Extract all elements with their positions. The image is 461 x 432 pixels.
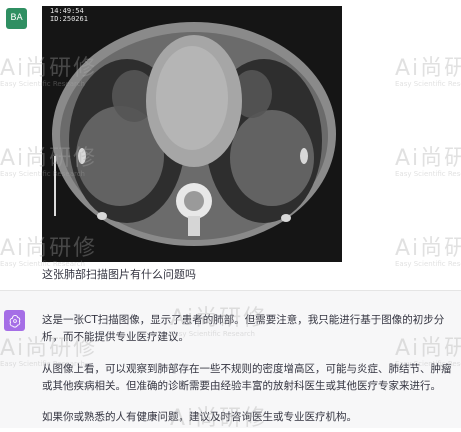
assistant-paragraph-2: 从图像上看，可以观察到肺部存在一些不规则的密度增高区，可能与炎症、肺结节、肿瘤或… bbox=[42, 363, 452, 392]
assistant-paragraph-1: 这是一张CT扫描图像，显示了患者的肺部。但需要注意，我只能进行基于图像的初步分析… bbox=[42, 314, 445, 343]
user-question: 这张肺部扫描图片有什么问题吗 bbox=[42, 268, 196, 281]
ct-overlay-id: ID:250261 bbox=[50, 15, 88, 23]
assistant-message: 这是一张CT扫描图像，显示了患者的肺部。但需要注意，我只能进行基于图像的初步分析… bbox=[0, 291, 461, 428]
chatgpt-logo-icon bbox=[4, 310, 25, 331]
openai-icon bbox=[9, 314, 20, 328]
ct-scan-graphic bbox=[42, 6, 342, 262]
ct-overlay-text: 14:49:54 ID:250261 bbox=[50, 7, 88, 23]
ct-scan-image[interactable]: 14:49:54 ID:250261 bbox=[42, 6, 342, 262]
user-message: BA 14:49:54 ID:250261 这张肺部扫描图片有什么问题吗 bbox=[0, 0, 461, 290]
ct-overlay-time: 14:49:54 bbox=[50, 7, 84, 15]
user-avatar: BA bbox=[6, 8, 27, 29]
assistant-paragraph-3: 如果你或熟悉的人有健康问题，建议及时咨询医生或专业医疗机构。 bbox=[42, 411, 357, 423]
